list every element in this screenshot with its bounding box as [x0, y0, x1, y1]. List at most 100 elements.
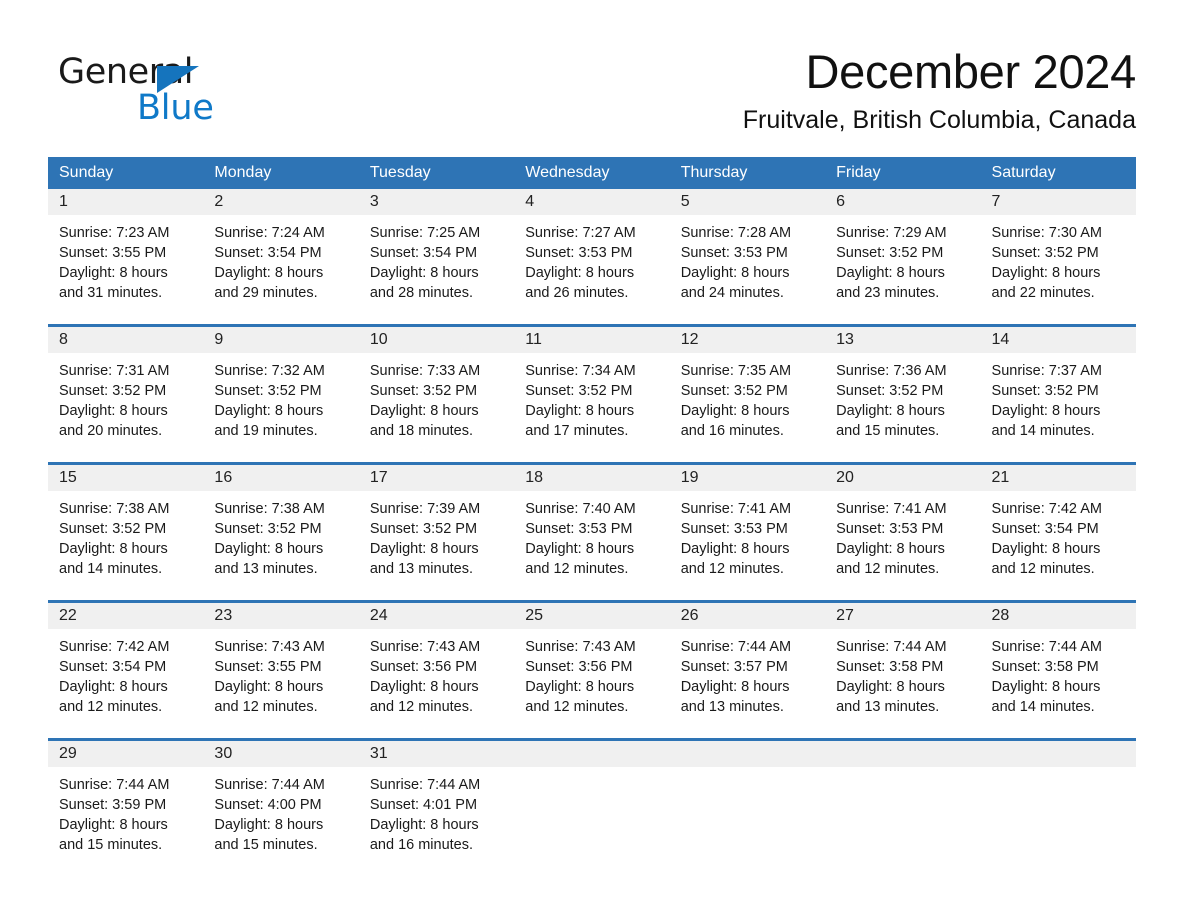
day-cell[interactable]: 14 Sunrise: 7:37 AM Sunset: 3:52 PM Dayl… — [980, 327, 1136, 451]
daylight-text-line2: and 12 minutes. — [991, 561, 1095, 577]
day-cell[interactable]: 28 Sunrise: 7:44 AM Sunset: 3:58 PM Dayl… — [980, 603, 1136, 727]
sunrise-text: Sunrise: 7:40 AM — [525, 501, 636, 517]
day-cell[interactable]: 11 Sunrise: 7:34 AM Sunset: 3:52 PM Dayl… — [514, 327, 670, 451]
day-details: Sunrise: 7:30 AM Sunset: 3:52 PM Dayligh… — [981, 215, 1136, 313]
weekday-header-tuesday: Tuesday — [369, 164, 431, 181]
day-cell[interactable]: 13 Sunrise: 7:36 AM Sunset: 3:52 PM Dayl… — [825, 327, 981, 451]
sunrise-text: Sunrise: 7:43 AM — [525, 639, 636, 655]
weekday-header-saturday: Saturday — [991, 164, 1056, 181]
day-details: Sunrise: 7:44 AM Sunset: 3:59 PM Dayligh… — [48, 767, 203, 865]
day-number: 2 — [203, 189, 359, 215]
day-cell[interactable]: 12 Sunrise: 7:35 AM Sunset: 3:52 PM Dayl… — [669, 327, 826, 451]
sunrise-text: Sunrise: 7:41 AM — [680, 501, 792, 517]
week-row: 8 Sunrise: 7:31 AM Sunset: 3:52 PM Dayli… — [48, 324, 1136, 451]
daylight-text-line1: Daylight: 8 hours — [836, 403, 945, 419]
day-cell[interactable]: 19 Sunrise: 7:41 AM Sunset: 3:53 PM Dayl… — [669, 465, 826, 589]
sunset-text: Sunset: 3:53 PM — [525, 521, 633, 537]
daylight-text-line2: and 15 minutes. — [214, 837, 318, 853]
day-cell[interactable]: 31 Sunrise: 7:44 AM Sunset: 4:01 PM Dayl… — [358, 741, 515, 865]
day-number: 19 — [669, 465, 826, 491]
day-cell[interactable]: 9 Sunrise: 7:32 AM Sunset: 3:52 PM Dayli… — [203, 327, 359, 451]
daylight-text-line1: Daylight: 8 hours — [991, 265, 1101, 281]
daylight-text-line2: and 12 minutes. — [680, 561, 784, 577]
sunrise-text: Sunrise: 7:32 AM — [214, 363, 325, 379]
weekday-header-sunday: Sunday — [59, 164, 114, 181]
day-cell[interactable]: 18 Sunrise: 7:40 AM Sunset: 3:53 PM Dayl… — [514, 465, 670, 589]
daylight-text-line1: Daylight: 8 hours — [680, 403, 790, 419]
day-details: Sunrise: 7:40 AM Sunset: 3:53 PM Dayligh… — [514, 491, 669, 589]
daylight-text-line2: and 18 minutes. — [369, 423, 474, 439]
day-number: 11 — [514, 327, 670, 353]
day-details: Sunrise: 7:43 AM Sunset: 3:56 PM Dayligh… — [359, 629, 514, 727]
calendar-grid: Sunday Monday Tuesday Wednesday Thursday… — [48, 157, 1136, 865]
day-cell[interactable]: 6 Sunrise: 7:29 AM Sunset: 3:52 PM Dayli… — [825, 189, 981, 313]
day-cell[interactable]: 21 Sunrise: 7:42 AM Sunset: 3:54 PM Dayl… — [980, 465, 1136, 589]
day-cell[interactable]: 7 Sunrise: 7:30 AM Sunset: 3:52 PM Dayli… — [980, 189, 1136, 313]
day-cell[interactable]: 29 Sunrise: 7:44 AM Sunset: 3:59 PM Dayl… — [48, 741, 204, 865]
sunrise-text: Sunrise: 7:43 AM — [369, 639, 481, 655]
daylight-text-line2: and 12 minutes. — [369, 699, 474, 715]
sunrise-text: Sunrise: 7:44 AM — [214, 777, 325, 793]
sunset-text: Sunset: 3:52 PM — [680, 383, 788, 399]
daylight-text-line2: and 12 minutes. — [59, 699, 163, 715]
daylight-text-line2: and 19 minutes. — [214, 423, 318, 439]
daylight-text-line1: Daylight: 8 hours — [836, 541, 945, 557]
sunset-text: Sunset: 4:01 PM — [369, 797, 478, 813]
day-cell[interactable]: 1 Sunrise: 7:23 AM Sunset: 3:55 PM Dayli… — [48, 189, 204, 313]
day-cell[interactable]: 30 Sunrise: 7:44 AM Sunset: 4:00 PM Dayl… — [203, 741, 359, 865]
sunrise-text: Sunrise: 7:28 AM — [680, 225, 792, 241]
calendar-page: General Blue December 2024 Fruitvale, Br… — [0, 0, 1188, 918]
page-header: General Blue December 2024 Fruitvale, Br… — [48, 44, 1136, 148]
daylight-text-line1: Daylight: 8 hours — [59, 541, 168, 557]
daylight-text-line1: Daylight: 8 hours — [369, 817, 479, 833]
sunrise-text: Sunrise: 7:38 AM — [214, 501, 325, 517]
day-details — [981, 767, 1136, 865]
day-cell[interactable]: 2 Sunrise: 7:24 AM Sunset: 3:54 PM Dayli… — [203, 189, 359, 313]
day-cell[interactable]: 22 Sunrise: 7:42 AM Sunset: 3:54 PM Dayl… — [48, 603, 204, 727]
day-number: 3 — [358, 189, 515, 215]
brand-logo[interactable]: General Blue — [58, 52, 318, 138]
day-cell[interactable]: 10 Sunrise: 7:33 AM Sunset: 3:52 PM Dayl… — [358, 327, 515, 451]
day-number: 10 — [358, 327, 515, 353]
day-cell[interactable]: 5 Sunrise: 7:28 AM Sunset: 3:53 PM Dayli… — [669, 189, 826, 313]
daylight-text-line1: Daylight: 8 hours — [525, 541, 635, 557]
day-number: 8 — [48, 327, 204, 353]
day-cell[interactable]: 3 Sunrise: 7:25 AM Sunset: 3:54 PM Dayli… — [358, 189, 515, 313]
daylight-text-line2: and 12 minutes. — [214, 699, 318, 715]
day-cell[interactable]: 4 Sunrise: 7:27 AM Sunset: 3:53 PM Dayli… — [514, 189, 670, 313]
day-cell[interactable]: 20 Sunrise: 7:41 AM Sunset: 3:53 PM Dayl… — [825, 465, 981, 589]
day-cell[interactable]: 23 Sunrise: 7:43 AM Sunset: 3:55 PM Dayl… — [203, 603, 359, 727]
brand-name-blue: Blue — [137, 88, 214, 128]
day-cell[interactable]: 26 Sunrise: 7:44 AM Sunset: 3:57 PM Dayl… — [669, 603, 826, 727]
day-cell[interactable]: 8 Sunrise: 7:31 AM Sunset: 3:52 PM Dayli… — [48, 327, 204, 451]
day-cell[interactable]: 27 Sunrise: 7:44 AM Sunset: 3:58 PM Dayl… — [825, 603, 981, 727]
day-cell[interactable]: 16 Sunrise: 7:38 AM Sunset: 3:52 PM Dayl… — [203, 465, 359, 589]
day-cell[interactable]: 15 Sunrise: 7:38 AM Sunset: 3:52 PM Dayl… — [48, 465, 204, 589]
sunset-text: Sunset: 3:55 PM — [214, 659, 322, 675]
day-cell[interactable]: 17 Sunrise: 7:39 AM Sunset: 3:52 PM Dayl… — [358, 465, 515, 589]
daylight-text-line2: and 14 minutes. — [991, 423, 1095, 439]
day-details: Sunrise: 7:27 AM Sunset: 3:53 PM Dayligh… — [514, 215, 669, 313]
sunrise-text: Sunrise: 7:34 AM — [525, 363, 636, 379]
sunrise-text: Sunrise: 7:44 AM — [836, 639, 947, 655]
day-details — [670, 767, 825, 865]
day-number — [669, 741, 826, 767]
day-details: Sunrise: 7:42 AM Sunset: 3:54 PM Dayligh… — [981, 491, 1136, 589]
day-cell[interactable]: 24 Sunrise: 7:43 AM Sunset: 3:56 PM Dayl… — [358, 603, 515, 727]
sunset-text: Sunset: 3:54 PM — [369, 245, 478, 261]
daylight-text-line1: Daylight: 8 hours — [369, 403, 479, 419]
sunset-text: Sunset: 4:00 PM — [214, 797, 322, 813]
day-details: Sunrise: 7:34 AM Sunset: 3:52 PM Dayligh… — [514, 353, 669, 451]
day-cell[interactable]: 25 Sunrise: 7:43 AM Sunset: 3:56 PM Dayl… — [514, 603, 670, 727]
daylight-text-line2: and 14 minutes. — [59, 561, 163, 577]
day-details: Sunrise: 7:29 AM Sunset: 3:52 PM Dayligh… — [825, 215, 980, 313]
day-details: Sunrise: 7:38 AM Sunset: 3:52 PM Dayligh… — [203, 491, 358, 589]
sunrise-text: Sunrise: 7:30 AM — [991, 225, 1102, 241]
daylight-text-line1: Daylight: 8 hours — [991, 403, 1101, 419]
day-number: 26 — [669, 603, 826, 629]
day-details: Sunrise: 7:44 AM Sunset: 4:00 PM Dayligh… — [203, 767, 358, 865]
sunset-text: Sunset: 3:57 PM — [680, 659, 788, 675]
sunset-text: Sunset: 3:52 PM — [214, 383, 322, 399]
sunset-text: Sunset: 3:52 PM — [836, 245, 944, 261]
sunrise-text: Sunrise: 7:44 AM — [369, 777, 481, 793]
